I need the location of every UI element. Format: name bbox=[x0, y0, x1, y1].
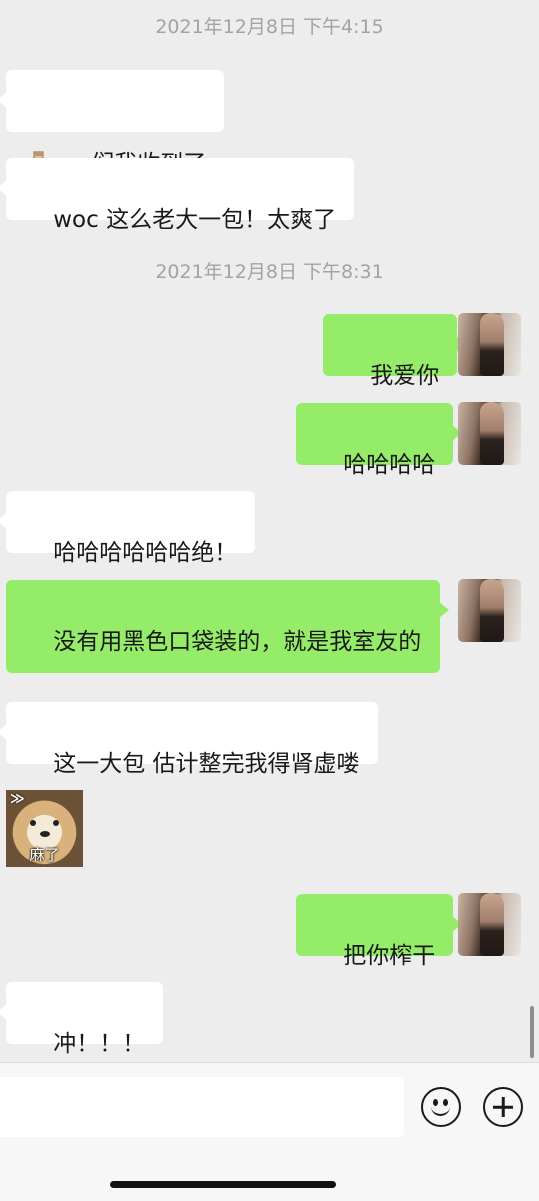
message-input[interactable] bbox=[0, 1077, 404, 1137]
message-text: woc 这么老大一包！太爽了 bbox=[53, 207, 337, 233]
sock-emoji-icon bbox=[24, 86, 54, 180]
timestamp: 2021年12月8日 下午8:31 bbox=[155, 261, 384, 283]
message-bubble-sent[interactable]: 没有用黑色口袋装的，就是我室友的 bbox=[6, 580, 449, 673]
home-indicator[interactable] bbox=[110, 1181, 336, 1188]
smiley-face-icon[interactable] bbox=[421, 1087, 461, 1127]
timestamp: 2021年12月8日 下午4:15 bbox=[155, 16, 384, 38]
message-bubble-sent[interactable]: 把你榨干 bbox=[296, 894, 463, 969]
message-text: 把你榨干 bbox=[343, 943, 436, 969]
message-text: 没有用黑色口袋装的，就是我室友的 bbox=[53, 629, 422, 655]
plus-circle-icon[interactable] bbox=[483, 1087, 523, 1127]
sticker-caption: 麻了 bbox=[29, 846, 60, 864]
message-bubble-received[interactable]: 哈哈哈哈哈哈绝！ bbox=[0, 491, 256, 566]
avatar[interactable] bbox=[458, 893, 521, 956]
message-text: 哈哈哈哈哈哈绝！ bbox=[53, 540, 238, 566]
message-bubble-received[interactable]: woc 这么老大一包！太爽了 bbox=[0, 158, 355, 233]
message-text: 冲！！！ bbox=[53, 1031, 146, 1057]
sticker-mark: ≫ bbox=[10, 791, 25, 807]
message-text: 哈哈哈哈 bbox=[343, 452, 436, 478]
message-text: 我爱你 bbox=[370, 363, 440, 389]
scrollbar[interactable] bbox=[530, 1006, 534, 1058]
message-bubble-received[interactable]: 冲！！！ bbox=[0, 982, 164, 1057]
message-bubble-sent[interactable]: 我爱你 bbox=[323, 314, 467, 389]
avatar[interactable] bbox=[458, 579, 521, 642]
sticker-message[interactable]: ≫ 麻了 bbox=[6, 790, 83, 867]
message-text: 这一大包 估计整完我得肾虚喽 bbox=[53, 751, 360, 777]
chat-history[interactable]: 2021年12月8日 下午4:15 们我收到了 woc 这么老大一包！太爽了 2… bbox=[0, 0, 539, 1062]
message-bubble-sent[interactable]: 哈哈哈哈 bbox=[296, 403, 463, 478]
message-bubble-received[interactable]: 们我收到了 bbox=[0, 70, 225, 180]
avatar[interactable] bbox=[458, 402, 521, 465]
avatar[interactable] bbox=[458, 313, 521, 376]
message-bubble-received[interactable]: 这一大包 估计整完我得肾虚喽 bbox=[0, 702, 378, 777]
